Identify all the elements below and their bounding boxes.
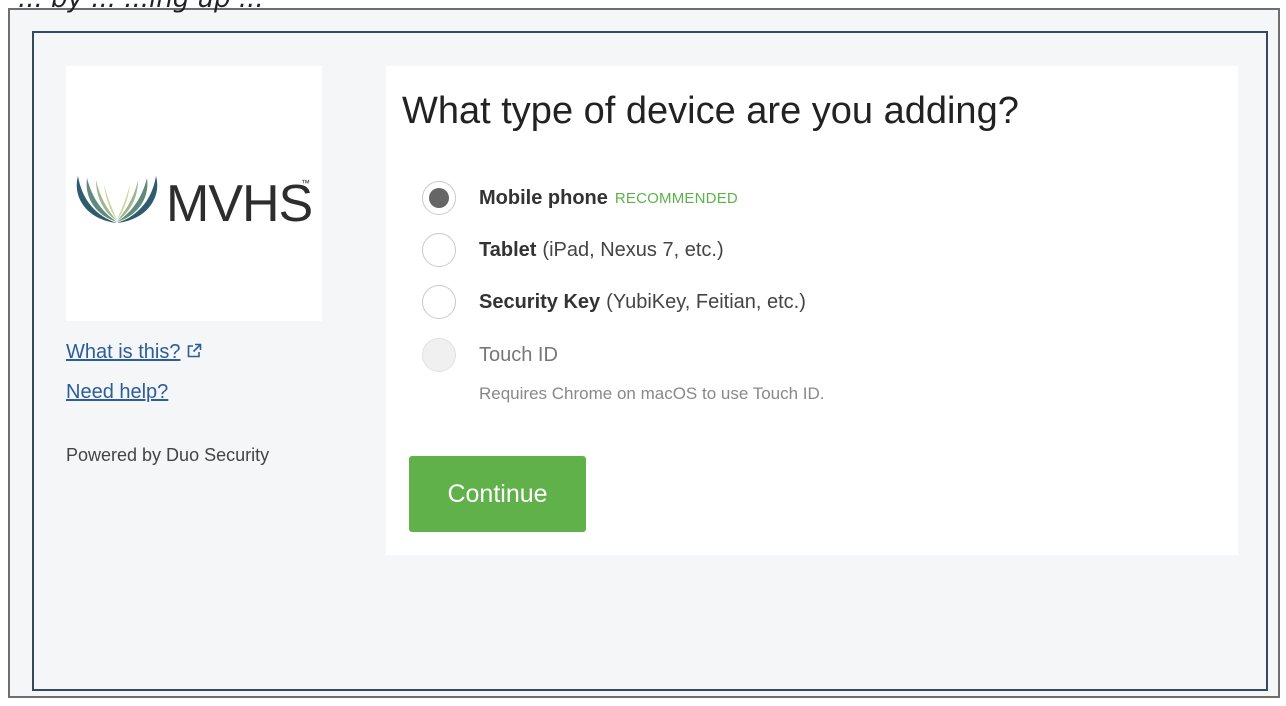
touch-id-requirement-note: Requires Chrome on macOS to use Touch ID… xyxy=(479,384,825,403)
mobile-phone-radio[interactable] xyxy=(422,181,456,215)
option-tablet[interactable]: Tablet (iPad, Nexus 7, etc.) xyxy=(422,230,724,270)
option-touch-id: Touch ID xyxy=(422,335,558,375)
option-mobile-phone[interactable]: Mobile phone RECOMMENDED xyxy=(422,178,738,218)
tablet-label: Tablet xyxy=(479,238,537,261)
logo-wordmark: MVHS xyxy=(166,175,313,233)
logo-panel: MVHS ™ xyxy=(66,66,322,321)
touch-id-label: Touch ID xyxy=(479,343,558,366)
continue-button[interactable]: Continue xyxy=(409,456,586,532)
tablet-radio[interactable] xyxy=(422,233,456,267)
page-title: What type of device are you adding? xyxy=(402,90,1019,132)
mvhs-logo-mark-icon xyxy=(76,176,158,223)
what-is-this-label: What is this? xyxy=(66,341,181,363)
security-key-detail: (YubiKey, Feitian, etc.) xyxy=(606,290,806,313)
security-key-radio[interactable] xyxy=(422,285,456,319)
powered-by-text: Powered by Duo Security xyxy=(66,445,270,465)
touch-id-radio xyxy=(422,338,456,372)
device-type-card: What type of device are you adding? Mobi… xyxy=(386,66,1238,555)
external-link-icon xyxy=(188,343,202,358)
tablet-detail: (iPad, Nexus 7, etc.) xyxy=(542,238,724,261)
need-help-link[interactable]: Need help? xyxy=(66,381,168,404)
what-is-this-link[interactable]: What is this? xyxy=(66,341,202,364)
recommended-badge: RECOMMENDED xyxy=(614,189,738,207)
security-key-label: Security Key xyxy=(479,290,601,313)
trademark-symbol: ™ xyxy=(301,178,310,188)
option-security-key[interactable]: Security Key (YubiKey, Feitian, etc.) xyxy=(422,282,806,322)
top-caption: ... by ... ...ing up ... xyxy=(18,0,264,14)
mobile-phone-label: Mobile phone xyxy=(479,186,608,209)
